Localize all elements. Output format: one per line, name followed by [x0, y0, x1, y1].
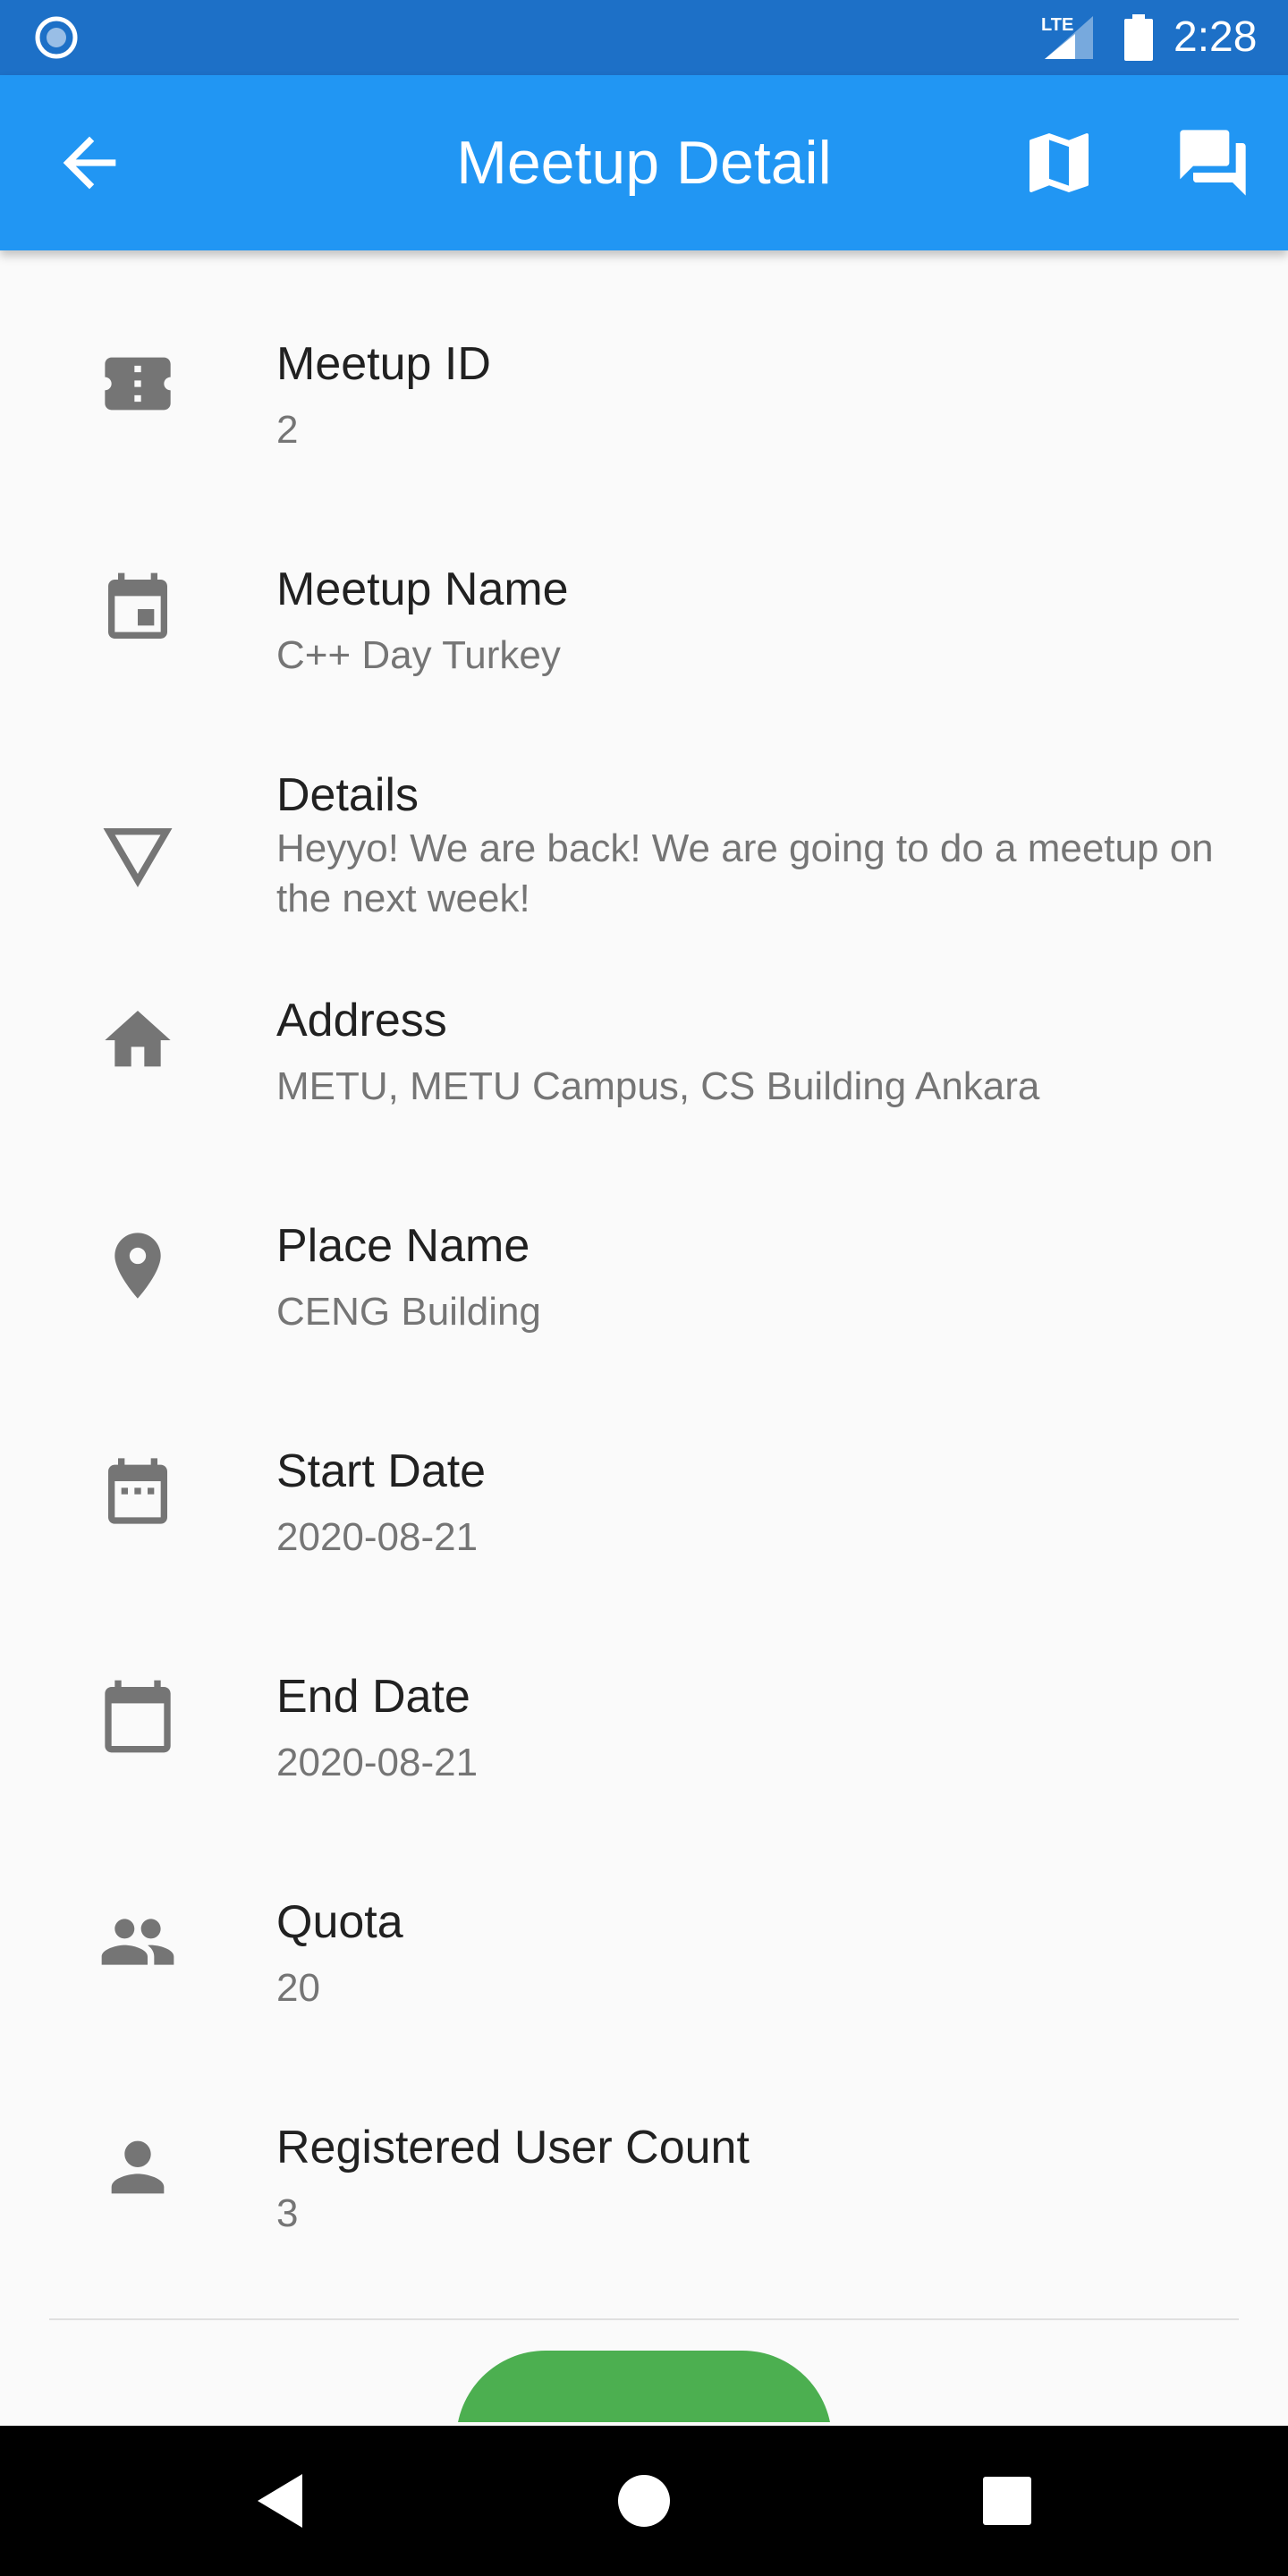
system-nav-bar: [0, 2426, 1288, 2576]
status-time: 2:28: [1174, 13, 1258, 61]
home-icon: [105, 1011, 171, 1067]
detail-value: 2: [276, 408, 299, 452]
detail-value: C++ Day Turkey: [276, 633, 561, 677]
join-button[interactable]: [456, 2351, 832, 2422]
forum-icon[interactable]: [1172, 123, 1254, 202]
event-icon: [108, 572, 167, 639]
record-icon: [35, 16, 78, 59]
status-bar: LTE 2:28: [0, 0, 1288, 75]
detail-row-meetup-id: Meetup ID 2: [0, 335, 1288, 541]
ticket-icon: [105, 357, 171, 411]
detail-title: Start Date: [276, 1445, 487, 1497]
app-bar: Meetup Detail: [0, 75, 1288, 250]
meetup-detail-screen: LTE 2:28 Meetup Detail Meetup ID 2 Meetu…: [0, 0, 1288, 2576]
people-icon: [101, 1919, 174, 1965]
detail-title: Meetup Name: [276, 564, 569, 615]
detail-row-address: Address METU, METU Campus, CS Building A…: [0, 992, 1288, 1198]
lte-signal-icon: LTE: [1041, 15, 1093, 59]
detail-row-end-date: End Date 2020-08-21: [0, 1668, 1288, 1874]
detail-title: Quota: [276, 1896, 403, 1948]
detail-row-details: Details Heyyo! We are back! We are going…: [0, 767, 1288, 972]
person-icon: [111, 2140, 165, 2194]
detail-row-registered-user-count: Registered User Count 3: [0, 2119, 1288, 2325]
detail-title: Place Name: [276, 1220, 530, 1272]
detail-value: 3: [276, 2191, 299, 2235]
detail-value: METU, METU Campus, CS Building Ankara: [276, 1064, 1040, 1108]
lte-label: LTE: [1041, 15, 1073, 35]
detail-title: End Date: [276, 1671, 470, 1723]
detail-value: 2020-08-21: [276, 1515, 479, 1559]
detail-title: Registered User Count: [276, 2122, 750, 2174]
detail-row-quota: Quota 20: [0, 1894, 1288, 2099]
map-icon[interactable]: [1020, 123, 1098, 202]
nav-back-icon[interactable]: [247, 2465, 318, 2537]
detail-row-meetup-name: Meetup Name C++ Day Turkey: [0, 561, 1288, 767]
divider: [49, 2318, 1239, 2320]
detail-row-start-date: Start Date 2020-08-21: [0, 1443, 1288, 1648]
nav-home-icon[interactable]: [608, 2465, 680, 2537]
nav-recents-icon[interactable]: [971, 2465, 1043, 2537]
detail-title: Details: [276, 769, 419, 821]
place-icon: [114, 1233, 161, 1299]
join-button-pill[interactable]: [456, 2351, 832, 2422]
detail-row-place-name: Place Name CENG Building: [0, 1217, 1288, 1423]
detail-value: CENG Building: [276, 1290, 541, 1334]
calendar-icon: [105, 1680, 171, 1753]
detail-title: Meetup ID: [276, 338, 491, 390]
calendar-dots-icon: [108, 1458, 167, 1524]
triangle-down-icon: [103, 828, 173, 887]
detail-value: 20: [276, 1966, 320, 2010]
battery-icon: [1124, 14, 1153, 61]
detail-value: Heyyo! We are back! We are going to do a…: [276, 826, 1214, 920]
detail-value: 2020-08-21: [276, 1741, 479, 1784]
detail-title: Address: [276, 995, 447, 1046]
